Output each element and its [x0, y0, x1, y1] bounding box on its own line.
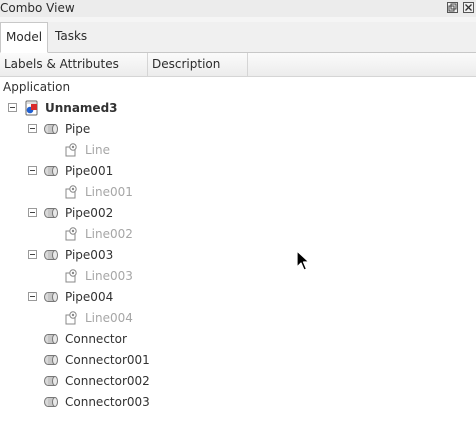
tree-item-line004[interactable]: Line004 — [0, 308, 476, 329]
tree-item-line001[interactable]: Line001 — [0, 182, 476, 203]
collapse-icon[interactable] — [28, 124, 37, 133]
pipe-part-icon — [44, 355, 58, 365]
tree-item-label: Line001 — [85, 185, 133, 199]
tree-item-line002[interactable]: Line002 — [0, 224, 476, 245]
title-bar: Combo View — [0, 0, 476, 17]
pipe-part-icon — [44, 292, 58, 302]
tree-item-label: Line003 — [85, 269, 133, 283]
tree-item-label: Connector001 — [65, 353, 150, 367]
tree-item-label: Connector002 — [65, 374, 150, 388]
tree-item-label: Pipe002 — [65, 206, 114, 220]
pipe-part-icon — [44, 376, 58, 386]
tree-item-connector002[interactable]: Connector002 — [0, 371, 476, 392]
pipe-part-icon — [44, 250, 58, 260]
collapse-icon[interactable] — [28, 292, 37, 301]
window-title: Combo View — [0, 1, 75, 15]
root-label: Application — [3, 80, 71, 94]
pipe-part-icon — [44, 166, 58, 176]
sketch-line-icon — [65, 311, 77, 325]
sketch-line-icon — [65, 143, 77, 157]
document-label: Unnamed3 — [45, 101, 118, 115]
sketch-line-icon — [65, 185, 77, 199]
float-icon[interactable] — [447, 2, 458, 13]
combo-view: Combo View Model Tasks Labels & Attribut… — [0, 0, 476, 425]
tree-header: Labels & Attributes Description — [0, 53, 476, 77]
pipe-part-icon — [44, 397, 58, 407]
tab-bar: Model Tasks — [0, 22, 476, 53]
model-tree[interactable]: Labels & Attributes Description Applicat… — [0, 53, 476, 425]
tree-item-connector001[interactable]: Connector001 — [0, 350, 476, 371]
tree-item-line003[interactable]: Line003 — [0, 266, 476, 287]
tree-item-pipe001[interactable]: Pipe001 — [0, 161, 476, 182]
document-row[interactable]: Unnamed3 — [0, 98, 476, 119]
column-header-labels[interactable]: Labels & Attributes — [0, 53, 148, 76]
close-icon[interactable] — [463, 2, 474, 13]
document-icon — [25, 100, 38, 116]
tree-item-pipe004[interactable]: Pipe004 — [0, 287, 476, 308]
column-header-description[interactable]: Description — [148, 53, 248, 76]
tree-item-line[interactable]: Line — [0, 140, 476, 161]
pipe-part-icon — [44, 334, 58, 344]
pipe-part-icon — [44, 124, 58, 134]
tab-tasks[interactable]: Tasks — [50, 22, 92, 51]
tree-item-pipe[interactable]: Pipe — [0, 119, 476, 140]
tree-item-label: Pipe003 — [65, 248, 114, 262]
mouse-cursor-icon — [296, 250, 310, 271]
sketch-line-icon — [65, 227, 77, 241]
tree-item-pipe003[interactable]: Pipe003 — [0, 245, 476, 266]
tree-item-label: Line004 — [85, 311, 133, 325]
tab-model[interactable]: Model — [0, 22, 49, 53]
collapse-icon[interactable] — [28, 208, 37, 217]
collapse-icon[interactable] — [8, 103, 17, 112]
tree-root-row[interactable]: Application — [0, 77, 476, 98]
tree-item-label: Pipe001 — [65, 164, 114, 178]
tree-item-label: Connector — [65, 332, 127, 346]
tree-item-label: Line002 — [85, 227, 133, 241]
tree-item-pipe002[interactable]: Pipe002 — [0, 203, 476, 224]
tree-item-connector003[interactable]: Connector003 — [0, 392, 476, 413]
tree-item-label: Pipe004 — [65, 290, 114, 304]
tree-item-label: Pipe — [65, 122, 91, 136]
collapse-icon[interactable] — [28, 250, 37, 259]
sketch-line-icon — [65, 269, 77, 283]
collapse-icon[interactable] — [28, 166, 37, 175]
tree-item-label: Line — [85, 143, 111, 157]
pipe-part-icon — [44, 208, 58, 218]
tree-item-label: Connector003 — [65, 395, 150, 409]
tree-item-connector[interactable]: Connector — [0, 329, 476, 350]
